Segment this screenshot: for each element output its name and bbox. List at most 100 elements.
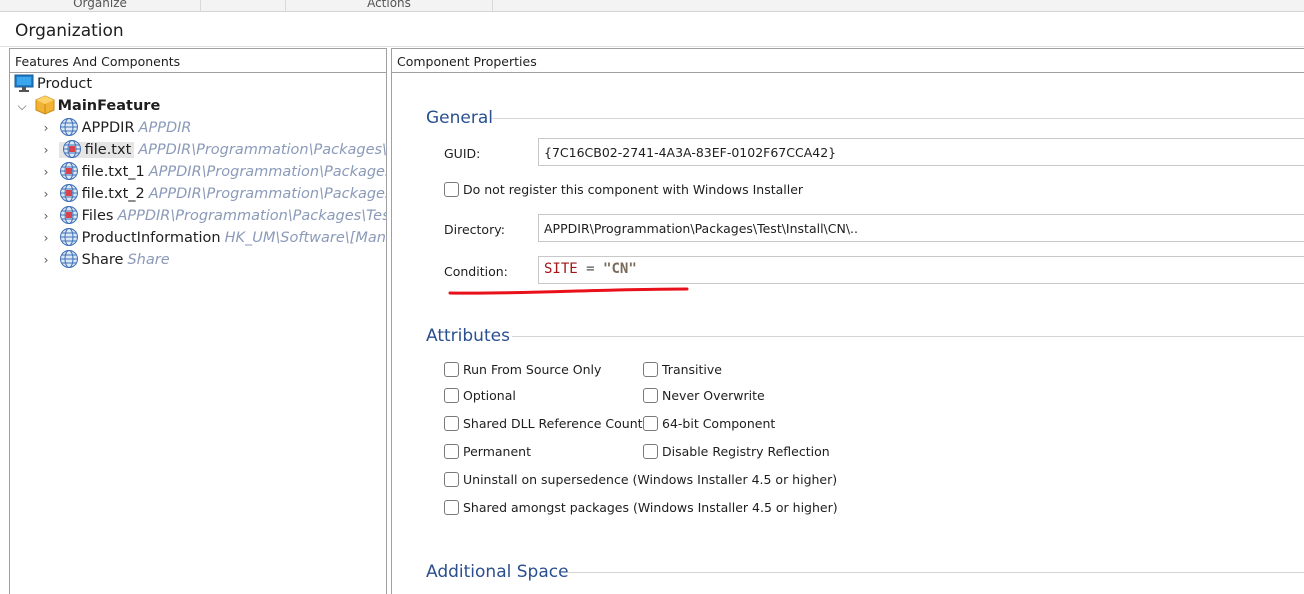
chevron-right-icon[interactable]: › (38, 161, 54, 183)
ribbon-group-actions: Actions (286, 0, 493, 11)
tree-item-component[interactable]: › file.txt_2 APPDIR\Programmation\Package… (38, 183, 386, 205)
section-divider (492, 118, 1304, 119)
uninstall-supersedence-checkbox[interactable]: Uninstall on supersedence (Windows Insta… (444, 471, 837, 489)
chevron-right-icon[interactable]: › (38, 227, 54, 249)
chevron-right-icon[interactable]: › (38, 117, 54, 139)
condition-label: Condition: (444, 264, 508, 279)
globe-file-component-icon (59, 183, 79, 203)
tree-item-path: APPDIR\Programmation\Packages\Test\Insta… (148, 164, 386, 180)
tree-item-path: APPDIR\Programmation\Packages\Test\Insta… (117, 208, 386, 224)
optional-checkbox[interactable]: Optional (444, 387, 516, 405)
checkbox-box[interactable] (643, 416, 658, 431)
condition-operator: = (586, 261, 595, 277)
chevron-right-icon[interactable]: › (38, 249, 54, 271)
checkbox-label: Shared DLL Reference Count (463, 416, 643, 431)
globe-component-icon (59, 227, 79, 247)
tree-item-path: Share (127, 252, 170, 268)
checkbox-box[interactable] (444, 416, 459, 431)
checkbox-box[interactable] (444, 500, 459, 515)
red-underline-annotation (448, 287, 689, 295)
tree-item-path: APPDIR\Programmation\Packages\Test\Insta… (148, 186, 386, 202)
chevron-right-icon[interactable]: › (38, 139, 54, 161)
tree-item-label: APPDIR (81, 120, 135, 136)
package-box-icon (35, 95, 55, 115)
chevron-right-icon[interactable]: › (38, 205, 54, 227)
checkbox-label: Never Overwrite (662, 388, 765, 403)
condition-value: "CN" (603, 261, 637, 277)
checkbox-label: Transitive (662, 362, 722, 377)
checkbox-label: Do not register this component with Wind… (463, 182, 804, 197)
section-divider (568, 572, 1304, 573)
no-register-checkbox[interactable]: Do not register this component with Wind… (444, 181, 803, 199)
guid-label: GUID: (444, 146, 481, 161)
globe-file-component-icon (62, 139, 82, 159)
tree-item-component[interactable]: › ProductInformationHK_UM\Software\[Manu… (38, 227, 386, 249)
directory-field[interactable]: APPDIR\Programmation\Packages\Test\Insta… (538, 214, 1304, 242)
section-divider (512, 336, 1304, 337)
section-title-additional-space: Additional Space (426, 562, 569, 582)
checkbox-label: Shared amongst packages (Windows Install… (463, 500, 838, 515)
tree-item-path: HK_UM\Software\[Manufacturer] (224, 230, 386, 246)
checkbox-box[interactable] (444, 472, 459, 487)
component-properties-pane: Component Properties General GUID: {7C16… (391, 48, 1304, 594)
tree-item-product[interactable]: Product (14, 73, 92, 95)
checkbox-label: Run From Source Only (463, 362, 602, 377)
globe-file-component-icon (59, 161, 79, 181)
condition-field[interactable]: SITE = "CN" (538, 256, 1304, 284)
tree-item-path: APPDIR\Programmation\Packages\Test\Insta… (138, 142, 387, 158)
checkbox-label: Uninstall on supersedence (Windows Insta… (463, 472, 838, 487)
chevron-right-icon[interactable]: › (38, 183, 54, 205)
tree-item-component-selected[interactable]: › file.txt APPDIR\Programmation\Packages\… (38, 139, 387, 161)
tree-item-label: Files (81, 208, 114, 224)
tree-item-path: APPDIR (138, 120, 192, 136)
transitive-checkbox[interactable]: Transitive (643, 361, 722, 379)
checkbox-label: 64-bit Component (662, 416, 776, 431)
checkbox-box[interactable] (643, 388, 658, 403)
guid-field[interactable]: {7C16CB02-2741-4A3A-83EF-0102F67CCA42} (538, 138, 1304, 166)
tree-item-label: MainFeature (57, 98, 161, 114)
checkbox-box[interactable] (643, 362, 658, 377)
tree-item-main-feature[interactable]: ⌵ MainFeature (14, 95, 160, 117)
tree-item-label: ProductInformation (81, 230, 221, 246)
globe-component-icon (59, 117, 79, 137)
tree-item-component[interactable]: › FilesAPPDIR\Programmation\Packages\Tes… (38, 205, 386, 227)
tree-item-label: file.txt (84, 142, 132, 158)
checkbox-label: Permanent (463, 444, 531, 459)
shared-packages-checkbox[interactable]: Shared amongst packages (Windows Install… (444, 499, 838, 517)
tree-item-label: Share (81, 252, 124, 268)
tree-item-label: file.txt_1 (81, 164, 145, 180)
shared-dll-checkbox[interactable]: Shared DLL Reference Count (444, 415, 643, 433)
condition-identifier: SITE (544, 261, 578, 277)
selection-highlight: file.txt (58, 139, 135, 159)
run-from-source-checkbox[interactable]: Run From Source Only (444, 361, 601, 379)
checkbox-label: Disable Registry Reflection (662, 444, 830, 459)
64bit-component-checkbox[interactable]: 64-bit Component (643, 415, 775, 433)
chevron-down-icon[interactable]: ⌵ (14, 95, 30, 117)
section-title-general: General (426, 108, 493, 128)
checkbox-box[interactable] (444, 182, 459, 197)
section-title-attributes: Attributes (426, 326, 510, 346)
checkbox-box[interactable] (444, 388, 459, 403)
monitor-icon (14, 73, 34, 93)
globe-file-component-icon (59, 205, 79, 225)
tree-item-component[interactable]: › file.txt_1 APPDIR\Programmation\Package… (38, 161, 386, 183)
tree-item-component[interactable]: › Share Share (38, 249, 170, 271)
ribbon-group-organize: Organize (0, 0, 201, 11)
ribbon-group-spacer (201, 0, 286, 11)
checkbox-box[interactable] (444, 444, 459, 459)
organization-bar: Organization (0, 13, 1304, 47)
never-overwrite-checkbox[interactable]: Never Overwrite (643, 387, 765, 405)
directory-label: Directory: (444, 222, 505, 237)
component-properties-header: Component Properties (392, 49, 1304, 73)
permanent-checkbox[interactable]: Permanent (444, 443, 531, 461)
disable-registry-reflection-checkbox[interactable]: Disable Registry Reflection (643, 443, 830, 461)
checkbox-box[interactable] (444, 362, 459, 377)
tree-item-label: Product (37, 76, 93, 92)
checkbox-label: Optional (463, 388, 516, 403)
globe-component-icon (59, 249, 79, 269)
tree-item-component[interactable]: › APPDIR APPDIR (38, 117, 191, 139)
page-title: Organization (15, 21, 124, 41)
features-components-header: Features And Components (10, 49, 386, 73)
checkbox-box[interactable] (643, 444, 658, 459)
tree-item-label: file.txt_2 (81, 186, 145, 202)
